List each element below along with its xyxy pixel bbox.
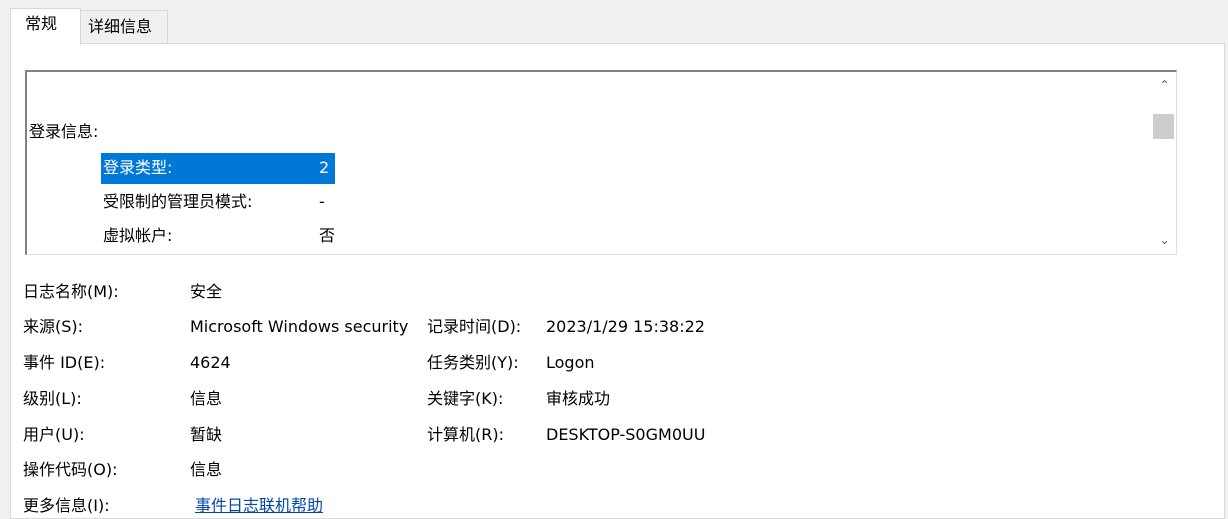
task-category-label: 任务类别(Y): [427, 353, 519, 372]
desc-row-value: 2 [319, 158, 330, 177]
source-value: Microsoft Windows security [190, 317, 409, 336]
logged-label: 记录时间(D): [427, 317, 522, 336]
user-label: 用户(U): [23, 425, 85, 444]
source-label: 来源(S): [23, 317, 84, 336]
section-title: 登录信息: [29, 122, 99, 141]
task-category-value: Logon [546, 353, 595, 372]
chevron-up-icon[interactable]: ⌃ [1152, 78, 1177, 92]
vertical-scrollbar[interactable]: ⌃ ⌄ [1152, 72, 1177, 253]
keywords-label: 关键字(K): [427, 389, 504, 408]
log-name-label: 日志名称(M): [23, 282, 119, 301]
event-log-online-help-link[interactable]: 事件日志联机帮助 [195, 496, 323, 516]
opcode-label: 操作代码(O): [23, 460, 118, 479]
user-value: 暂缺 [190, 425, 223, 444]
desc-row-value: 否 [319, 226, 336, 245]
desc-row-label: 受限制的管理员模式: [103, 192, 253, 211]
opcode-value: 信息 [190, 460, 223, 479]
level-value: 信息 [190, 389, 223, 408]
log-name-value: 安全 [190, 282, 223, 301]
logged-value: 2023/1/29 15:38:22 [546, 317, 705, 336]
desc-row-value: - [319, 192, 325, 211]
desc-row-label: 登录类型: [103, 158, 173, 177]
tab-bar: 详细信息 常规 [0, 0, 1228, 45]
more-info-label: 更多信息(I): [23, 496, 110, 515]
level-label: 级别(L): [23, 389, 82, 408]
scrollbar-thumb[interactable] [1153, 114, 1174, 139]
event-id-label: 事件 ID(E): [23, 353, 106, 372]
keywords-value: 审核成功 [546, 389, 611, 408]
computer-label: 计算机(R): [427, 425, 504, 444]
tab-details[interactable]: 详细信息 [79, 10, 168, 43]
event-id-value: 4624 [190, 353, 231, 372]
desc-row-label: 虚拟帐户: [103, 226, 173, 245]
tab-general[interactable]: 常规 [10, 8, 81, 45]
computer-value: DESKTOP-S0GM0UU [546, 425, 706, 444]
chevron-down-icon[interactable]: ⌄ [1152, 233, 1177, 247]
event-description-box[interactable]: 登录信息: 登录类型: 2 受限制的管理员模式: - 虚拟帐户: 否 ⌃ ⌄ [25, 70, 1177, 255]
